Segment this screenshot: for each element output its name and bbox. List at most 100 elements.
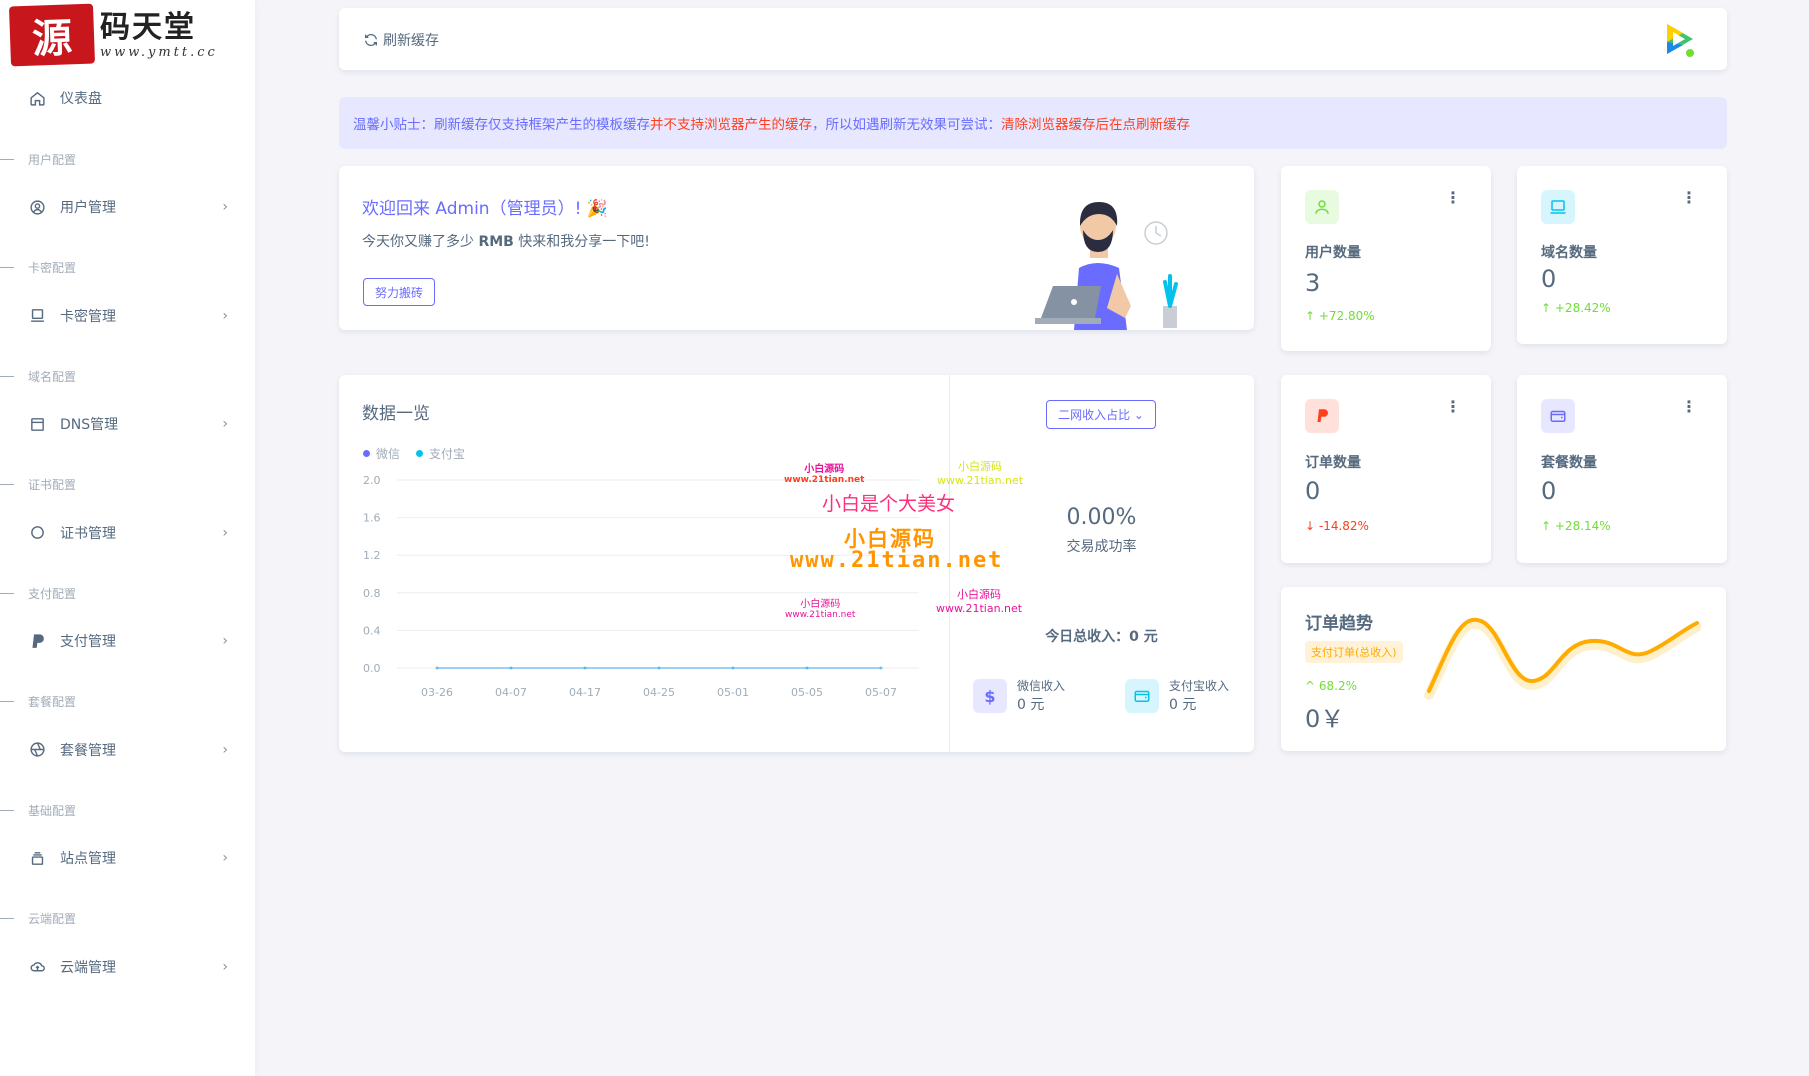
header-dash <box>0 809 14 811</box>
chevron-right-icon: › <box>222 633 228 649</box>
y-tick-label: 1.6 <box>363 512 381 525</box>
sidebar-item-5[interactable]: 套餐管理 › <box>28 738 228 762</box>
refresh-icon <box>365 33 377 47</box>
logo-text: 码天堂 <box>100 9 196 45</box>
sidebar-section-header: 套餐配置 <box>0 694 200 710</box>
stat-value: 3 <box>1305 269 1321 297</box>
header-dash <box>0 592 14 594</box>
refresh-cache-button[interactable]: 刷新缓存 <box>363 30 439 50</box>
stat-change: ↑ +28.42% <box>1541 301 1611 315</box>
success-rate-value: 0.00% <box>1066 505 1137 530</box>
stat-change: ↓ -14.82% <box>1305 519 1369 533</box>
x-tick-label: 05-05 <box>791 686 823 699</box>
success-rate: 0.00% 交易成功率 <box>979 505 1224 556</box>
stat-label: 套餐数量 <box>1541 455 1597 471</box>
trend-value: 0￥ <box>1305 705 1345 733</box>
wallet-icon <box>1541 399 1575 433</box>
stat-card-packages: ⋮ 套餐数量 0 ↑ +28.14% <box>1517 375 1727 563</box>
alipay-income: 支付宝收入 0 元 <box>1125 678 1229 714</box>
trend-badge: 支付订单(总收入) <box>1305 641 1403 663</box>
chevron-right-icon: › <box>222 741 228 758</box>
stat-value: 0 <box>1541 265 1557 293</box>
data-point[interactable] <box>583 666 587 670</box>
arrow-up-icon: ↑ <box>1305 309 1319 323</box>
section-header-label: 支付配置 <box>28 586 77 601</box>
stat-label: 订单数量 <box>1305 455 1361 471</box>
avatar[interactable] <box>1659 20 1697 58</box>
man-with-laptop-illustration <box>1035 202 1178 330</box>
header-dash <box>0 701 14 702</box>
more-vertical-icon[interactable]: ⋮ <box>1681 190 1697 206</box>
welcome-card: 欢迎回来 Admin（管理员）! 🎉 今天你又赚了多少 RMB 快来和我分享一下… <box>339 166 1254 330</box>
wechat-income-label: 微信收入 <box>1017 679 1066 693</box>
legend-item-alipay[interactable]: 支付宝 <box>416 445 465 462</box>
sidebar-item-label: 用户管理 <box>60 200 116 216</box>
divider <box>949 375 950 752</box>
data-point[interactable] <box>731 666 735 670</box>
welcome-sub-bold: RMB <box>478 234 514 250</box>
trend-change: ^ 68.2% <box>1305 679 1357 693</box>
legend-label: 微信 <box>376 447 401 461</box>
more-vertical-icon[interactable]: ⋮ <box>1681 399 1697 415</box>
arrow-up-icon: ↑ <box>1541 301 1555 315</box>
chevron-right-icon: › <box>222 199 228 215</box>
sidebar-section-header: 卡密配置 <box>0 260 200 276</box>
welcome-sub-prefix: 今天你又赚了多少 <box>362 234 479 250</box>
card-icon <box>28 307 46 325</box>
x-tick-label: 04-25 <box>643 686 675 699</box>
data-point[interactable] <box>435 666 439 670</box>
sidebar-item-2[interactable]: DNS管理 › <box>28 412 228 436</box>
stat-change-value: +28.42% <box>1554 301 1611 315</box>
section-header-label: 卡密配置 <box>28 261 77 275</box>
sidebar-item-label: 证书管理 <box>60 525 116 542</box>
sidebar-item-1[interactable]: 卡密管理 › <box>28 304 228 328</box>
alipay-income-label: 支付宝收入 <box>1169 679 1230 693</box>
x-tick-label: 05-01 <box>717 686 749 699</box>
sidebar-item-7[interactable]: 云端管理 › <box>28 955 228 979</box>
legend-item-wechat[interactable]: 微信 <box>363 445 400 462</box>
tip-warning: 并不支持浏览器产生的缓存 <box>650 117 812 133</box>
sidebar-item-label: 支付管理 <box>60 634 116 650</box>
y-tick-label: 0.8 <box>363 587 381 600</box>
chart-legend: 微信 支付宝 <box>363 445 481 462</box>
stat-label: 域名数量 <box>1541 245 1597 261</box>
data-point[interactable] <box>805 666 809 670</box>
legend-label: 支付宝 <box>429 447 466 461</box>
top-navbar: 刷新缓存 <box>339 8 1727 70</box>
income-ratio-dropdown[interactable]: 二网收入占比 ⌄ <box>1046 400 1156 429</box>
more-vertical-icon[interactable]: ⋮ <box>1445 399 1461 415</box>
stat-change-value: -14.82% <box>1318 519 1369 533</box>
sidebar-item-6[interactable]: 站点管理 › <box>28 846 228 870</box>
circle-icon <box>28 524 46 542</box>
logo-url: www.ymtt.cc <box>100 44 218 60</box>
sidebar-item-dashboard[interactable]: 仪表盘 <box>28 86 228 110</box>
sidebar-item-label: 卡密管理 <box>60 308 116 325</box>
sidebar-item-3[interactable]: 证书管理 › <box>28 521 228 545</box>
wechat-income: $ 微信收入 0 元 <box>973 678 1065 714</box>
overview-title: 数据一览 <box>362 404 430 424</box>
cloud-upload-icon <box>28 958 46 976</box>
data-point[interactable] <box>879 666 883 670</box>
window-icon <box>28 415 46 433</box>
header-dash <box>0 267 14 268</box>
income-line-chart: 2.0 1.6 1.2 0.8 0.4 0.0 03-26 04-07 04-17 04-25 05… <box>363 474 919 699</box>
data-point[interactable] <box>657 666 661 670</box>
stat-card-domains: ⋮ 域名数量 0 ↑ +28.42% <box>1517 166 1727 344</box>
data-point[interactable] <box>509 666 513 670</box>
sidebar-section-header: 云端配置 <box>0 911 200 927</box>
layers-icon <box>28 849 46 867</box>
sidebar-item-label: 仪表盘 <box>60 91 102 107</box>
chevron-right-icon: › <box>222 307 228 324</box>
work-hard-button[interactable]: 努力搬砖 <box>363 278 435 306</box>
alipay-income-value: 0 元 <box>1169 697 1197 713</box>
header-dash <box>0 484 14 485</box>
logo[interactable]: 源 码天堂 www.ymtt.cc <box>8 3 242 67</box>
sidebar-item-0[interactable]: 用户管理 › <box>28 195 228 219</box>
sidebar-item-4[interactable]: 支付管理 › <box>28 629 228 653</box>
more-vertical-icon[interactable]: ⋮ <box>1445 190 1461 206</box>
chevron-right-icon: › <box>222 850 228 866</box>
tip-text: 温馨小贴士：刷新缓存仅支持框架产生的模板缓存 <box>353 117 650 133</box>
section-header-label: 证书配置 <box>28 478 77 492</box>
sidebar-item-label: 站点管理 <box>60 851 116 867</box>
stat-card-users: ⋮ 用户数量 3 ↑ +72.80% <box>1281 166 1491 351</box>
